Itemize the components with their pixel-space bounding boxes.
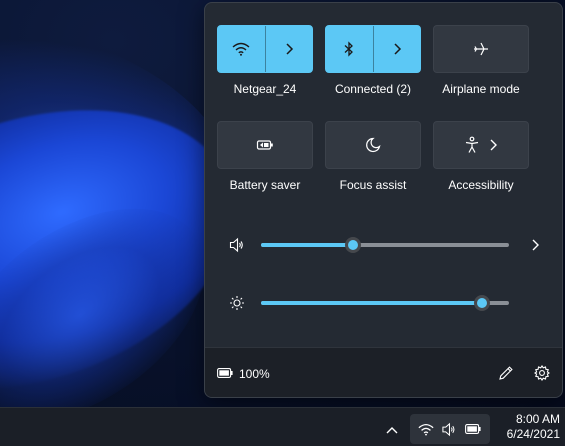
bluetooth-toggle-button[interactable] bbox=[326, 26, 374, 72]
accessibility-icon bbox=[465, 136, 479, 153]
battery-saver-tile-label: Battery saver bbox=[229, 178, 301, 192]
speaker-icon bbox=[442, 422, 455, 437]
wifi-icon bbox=[418, 423, 434, 436]
chevron-right-icon bbox=[394, 43, 401, 55]
airplane-icon bbox=[474, 42, 488, 56]
battery-saver-icon bbox=[256, 140, 273, 150]
wifi-toggle-button[interactable] bbox=[218, 26, 266, 72]
brightness-slider-thumb[interactable] bbox=[473, 295, 490, 311]
focus-assist-button[interactable] bbox=[325, 121, 421, 169]
chevron-right-icon bbox=[490, 139, 497, 151]
brightness-slider-fill bbox=[261, 301, 482, 305]
chevron-right-icon[interactable] bbox=[527, 237, 543, 253]
volume-slider-fill bbox=[261, 243, 353, 247]
bluetooth-tile-label: Connected (2) bbox=[334, 82, 412, 96]
accessibility-tile-label: Accessibility bbox=[448, 178, 514, 192]
quick-settings-footer: 100% bbox=[205, 347, 562, 397]
accessibility-button[interactable] bbox=[433, 121, 529, 169]
sun-icon bbox=[230, 296, 244, 310]
gear-icon[interactable] bbox=[534, 365, 550, 381]
wifi-tile-label: Netgear_24 bbox=[233, 82, 297, 96]
chevron-up-icon[interactable] bbox=[385, 425, 399, 435]
battery-saver-button[interactable] bbox=[217, 121, 313, 169]
bluetooth-icon bbox=[344, 41, 354, 57]
bluetooth-expand-button[interactable] bbox=[374, 26, 421, 72]
volume-slider-thumb-dot bbox=[347, 240, 358, 250]
clock-date: 6/24/2021 bbox=[506, 427, 560, 441]
brightness-slider-row bbox=[205, 291, 562, 315]
battery-icon bbox=[465, 424, 481, 434]
chevron-right-icon bbox=[286, 43, 293, 55]
clock-time: 8:00 AM bbox=[515, 412, 560, 426]
quick-settings-panel: Netgear_24 Connected (2) Airplane mode B… bbox=[204, 2, 563, 398]
wifi-tile[interactable] bbox=[217, 25, 313, 73]
battery-percentage: 100% bbox=[239, 367, 270, 381]
taskbar: 8:00 AM 6/24/2021 bbox=[0, 407, 565, 446]
focus-assist-tile-label: Focus assist bbox=[339, 178, 407, 192]
airplane-mode-button[interactable] bbox=[433, 25, 529, 73]
speaker-icon[interactable] bbox=[229, 237, 245, 253]
brightness-slider[interactable] bbox=[261, 295, 509, 311]
volume-slider[interactable] bbox=[261, 237, 509, 253]
bluetooth-tile[interactable] bbox=[325, 25, 421, 73]
brightness-slider-thumb-dot bbox=[476, 298, 487, 308]
battery-icon[interactable] bbox=[217, 368, 233, 378]
airplane-tile-label: Airplane mode bbox=[442, 82, 520, 96]
wifi-icon bbox=[232, 42, 250, 56]
taskbar-clock[interactable]: 8:00 AM 6/24/2021 bbox=[498, 412, 560, 442]
volume-slider-row bbox=[205, 233, 562, 257]
moon-icon bbox=[366, 137, 381, 153]
volume-slider-thumb[interactable] bbox=[344, 237, 361, 253]
wifi-expand-button[interactable] bbox=[266, 26, 313, 72]
system-tray-button[interactable] bbox=[410, 414, 490, 444]
edit-pencil-icon[interactable] bbox=[498, 365, 514, 381]
